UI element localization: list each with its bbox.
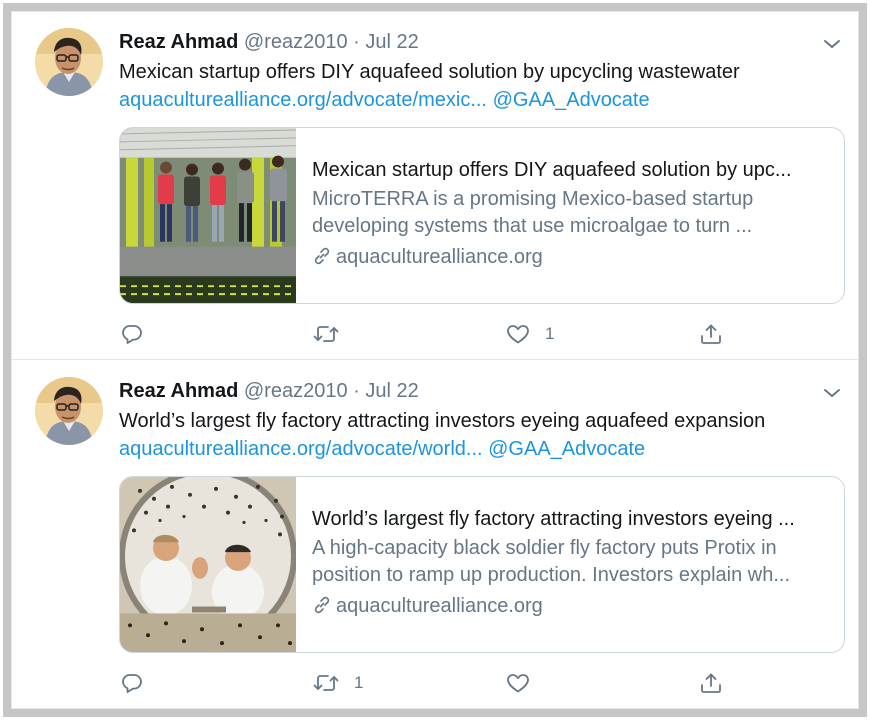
card-description-line: position to ramp up production. Investor… (312, 564, 791, 586)
separator: · (347, 380, 366, 402)
card-description-line: A high-capacity black soldier fly factor… (312, 537, 777, 559)
tweet[interactable]: Reaz Ahmad @reaz2010 · Jul 22 World’s la… (12, 361, 858, 710)
retweet-button[interactable] (312, 320, 354, 348)
reply-button[interactable] (120, 320, 144, 348)
display-name[interactable]: Reaz Ahmad (119, 31, 238, 53)
share-icon (701, 673, 721, 693)
reply-icon (122, 325, 142, 344)
share-button[interactable] (698, 669, 724, 697)
avatar-image (35, 377, 103, 445)
share-icon (701, 324, 721, 344)
share-button[interactable] (698, 320, 724, 348)
url-link[interactable]: aquaculturealliance.org/advocate/mexic..… (119, 89, 487, 111)
retweet-button[interactable]: 1 (312, 669, 363, 697)
handle[interactable]: @reaz2010 (244, 31, 348, 53)
caret-button[interactable] (820, 383, 844, 403)
tweet-actions: 1 (12, 669, 858, 697)
card-body: Mexican startup offers DIY aquafeed solu… (312, 157, 830, 271)
link-icon (314, 596, 330, 614)
mention-link[interactable]: @GAA_Advocate (493, 89, 650, 111)
card-domain: aquaculturealliance.org (312, 244, 830, 271)
tweet-links: aquaculturealliance.org/advocate/world..… (119, 436, 645, 463)
separator: · (347, 31, 366, 53)
card-body: World’s largest fly factory attracting i… (312, 506, 830, 620)
tweet-header: Reaz Ahmad @reaz2010 · Jul 22 (119, 378, 419, 404)
avatar[interactable] (35, 28, 103, 96)
reply-button[interactable] (120, 669, 144, 697)
card-title: Mexican startup offers DIY aquafeed solu… (312, 159, 792, 181)
card-description: MicroTERRA is a promising Mexico-based s… (312, 186, 830, 240)
screenshot-frame: Reaz Ahmad @reaz2010 · Jul 22 Mexican st… (3, 3, 867, 717)
card-image (120, 128, 296, 303)
card-domain-text: aquaculturealliance.org (336, 246, 543, 268)
card-domain-text: aquaculturealliance.org (336, 595, 543, 617)
link-icon (314, 247, 330, 265)
card-title: World’s largest fly factory attracting i… (312, 508, 795, 530)
mention-link[interactable]: @GAA_Advocate (488, 438, 645, 460)
card-description-line: developing systems that use microalgae t… (312, 215, 753, 237)
retweet-icon (313, 326, 339, 342)
retweet-count: 1 (354, 673, 364, 692)
chevron-down-icon (824, 389, 840, 397)
tweet-text: Mexican startup offers DIY aquafeed solu… (119, 61, 740, 83)
like-button[interactable]: 1 (505, 320, 554, 348)
card-image (120, 477, 296, 652)
link-card[interactable]: World’s largest fly factory attracting i… (119, 476, 845, 653)
timestamp[interactable]: Jul 22 (365, 31, 418, 53)
handle[interactable]: @reaz2010 (244, 380, 348, 402)
display-name[interactable]: Reaz Ahmad (119, 380, 238, 402)
chevron-down-icon (824, 40, 840, 48)
tweet-text: World’s largest fly factory attracting i… (119, 410, 766, 432)
caret-button[interactable] (820, 34, 844, 54)
avatar-image (35, 28, 103, 96)
avatar[interactable] (35, 377, 103, 445)
heart-icon (507, 325, 529, 344)
timestamp[interactable]: Jul 22 (365, 380, 418, 402)
tweet-actions: 1 (12, 320, 858, 348)
link-card[interactable]: Mexican startup offers DIY aquafeed solu… (119, 127, 845, 304)
tweet-links: aquaculturealliance.org/advocate/mexic..… (119, 87, 650, 114)
tweet-header: Reaz Ahmad @reaz2010 · Jul 22 (119, 29, 419, 55)
like-button[interactable] (505, 669, 545, 697)
card-description-line: MicroTERRA is a promising Mexico-based s… (312, 188, 754, 210)
card-description: A high-capacity black soldier fly factor… (312, 535, 830, 589)
heart-icon (507, 674, 529, 693)
like-count: 1 (545, 324, 555, 343)
reply-icon (122, 674, 142, 693)
timeline: Reaz Ahmad @reaz2010 · Jul 22 Mexican st… (11, 11, 859, 709)
url-link[interactable]: aquaculturealliance.org/advocate/world..… (119, 438, 483, 460)
card-domain: aquaculturealliance.org (312, 593, 830, 620)
tweet[interactable]: Reaz Ahmad @reaz2010 · Jul 22 Mexican st… (12, 12, 858, 360)
retweet-icon (313, 675, 339, 691)
